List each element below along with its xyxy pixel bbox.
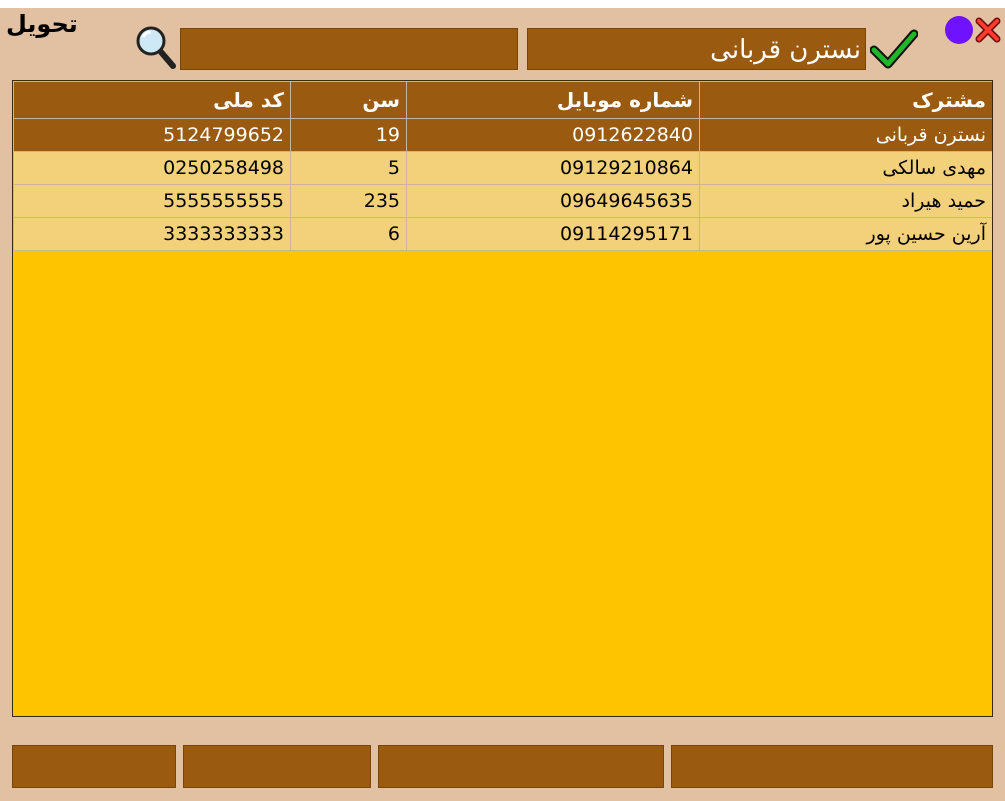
- cell-mobile[interactable]: 09649645635: [406, 184, 700, 218]
- cell-age[interactable]: 6: [290, 217, 407, 251]
- customers-grid[interactable]: مشترک شماره موبایل سن کد ملی نسترن قربان…: [12, 80, 993, 717]
- cell-customer[interactable]: آرین حسین پور: [699, 217, 992, 251]
- header-mobile[interactable]: شماره موبایل: [406, 81, 700, 119]
- window-title: تحویل: [6, 10, 78, 38]
- cell-customer[interactable]: مهدی سالکی: [699, 151, 992, 185]
- close-icon[interactable]: [974, 16, 1002, 44]
- cell-mobile[interactable]: 0912622840: [406, 118, 700, 152]
- status-dot-icon: [945, 16, 973, 44]
- header-customer[interactable]: مشترک: [699, 81, 992, 119]
- check-icon[interactable]: [870, 28, 918, 70]
- bottom-button-1[interactable]: [12, 745, 176, 788]
- cell-mobile[interactable]: 09114295171: [406, 217, 700, 251]
- table-header-row: مشترک شماره موبایل سن کد ملی: [13, 81, 992, 119]
- bottom-button-4[interactable]: [671, 745, 993, 788]
- table-row[interactable]: آرین حسین پور 09114295171 6 3333333333: [13, 217, 992, 251]
- header-age[interactable]: سن: [290, 81, 407, 119]
- search-icon[interactable]: [133, 24, 177, 72]
- cell-national-code[interactable]: 5555555555: [13, 184, 291, 218]
- bottom-button-3[interactable]: [378, 745, 664, 788]
- customers-table: مشترک شماره موبایل سن کد ملی نسترن قربان…: [13, 81, 992, 251]
- cell-national-code[interactable]: 0250258498: [13, 151, 291, 185]
- cell-customer[interactable]: نسترن قربانی: [699, 118, 992, 152]
- cell-age[interactable]: 19: [290, 118, 407, 152]
- header-national-code[interactable]: کد ملی: [13, 81, 291, 119]
- table-row[interactable]: مهدی سالکی 09129210864 5 0250258498: [13, 151, 992, 185]
- table-row[interactable]: نسترن قربانی 0912622840 19 5124799652: [13, 118, 992, 152]
- cell-age[interactable]: 5: [290, 151, 407, 185]
- table-row[interactable]: حمید هیراد 09649645635 235 5555555555: [13, 184, 992, 218]
- search-input[interactable]: [180, 28, 518, 70]
- cell-age[interactable]: 235: [290, 184, 407, 218]
- cell-mobile[interactable]: 09129210864: [406, 151, 700, 185]
- cell-customer[interactable]: حمید هیراد: [699, 184, 992, 218]
- cell-national-code[interactable]: 5124799652: [13, 118, 291, 152]
- cell-national-code[interactable]: 3333333333: [13, 217, 291, 251]
- bottom-button-2[interactable]: [183, 745, 371, 788]
- top-strip: [0, 0, 1005, 8]
- customer-name-field[interactable]: نسترن قربانی: [527, 28, 866, 70]
